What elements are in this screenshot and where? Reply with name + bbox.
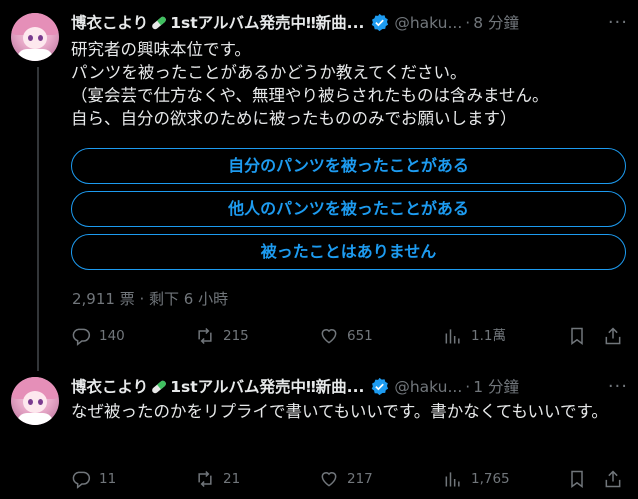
verified-badge-icon [372, 377, 389, 396]
reply-icon [72, 471, 91, 489]
views-button[interactable]: 1.1萬 [443, 324, 506, 348]
avatar[interactable] [11, 377, 59, 425]
post-2[interactable]: 博衣こより 1stアルバム発売中‼新曲... @haku... · 1 分鐘 ··· な… [0, 377, 638, 499]
views-icon [445, 329, 460, 344]
repost-count: 21 [223, 471, 241, 487]
action-bar: 140 215 651 1.1萬 [71, 324, 631, 348]
share-button[interactable] [603, 324, 631, 348]
bookmark-button[interactable] [567, 467, 595, 491]
repost-icon [198, 327, 212, 345]
verified-badge-icon [372, 13, 389, 32]
bookmark-icon [571, 470, 583, 488]
bookmark-button[interactable] [567, 324, 595, 348]
like-count: 217 [347, 471, 373, 487]
pill-emoji-icon [152, 16, 167, 30]
views-icon [445, 472, 460, 487]
reply-button[interactable]: 140 [71, 324, 125, 348]
reply-count: 140 [99, 328, 125, 344]
more-icon[interactable]: ··· [608, 377, 628, 397]
action-bar: 11 21 217 1,765 [71, 467, 631, 491]
share-icon [605, 327, 621, 345]
author-name[interactable]: 博衣こより 1stアルバム発売中‼新曲... [71, 378, 364, 396]
post-1[interactable]: 博衣こより 1stアルバム発売中‼新曲... @haku... · 8 分鐘 ··· 研… [0, 13, 638, 353]
author-handle[interactable]: @haku... [394, 14, 462, 32]
author-handle[interactable]: @haku... [394, 378, 462, 396]
post-text: 研究者の興味本位です。 パンツを被ったことがあるかどうか教えてください。 （宴会… [71, 40, 549, 128]
like-button[interactable]: 217 [319, 467, 373, 491]
author-name[interactable]: 博衣こより 1stアルバム発売中‼新曲... [71, 14, 364, 32]
reply-button[interactable]: 11 [71, 467, 116, 491]
repost-button[interactable]: 215 [195, 324, 249, 348]
share-icon [605, 470, 621, 488]
like-count: 651 [347, 328, 373, 344]
poll-option-1[interactable]: 自分のパンツを被ったことがある [71, 148, 626, 184]
like-icon [321, 329, 337, 344]
repost-icon [198, 470, 212, 488]
like-icon [321, 472, 337, 487]
poll-option-2[interactable]: 他人のパンツを被ったことがある [71, 191, 626, 227]
poll-meta: 2,911 票 · 剩下 6 小時 [72, 290, 229, 308]
post-timestamp[interactable]: 8 分鐘 [473, 14, 519, 32]
views-count: 1.1萬 [471, 328, 506, 344]
share-button[interactable] [603, 467, 631, 491]
post-header: 博衣こより 1stアルバム発売中‼新曲... @haku... · 1 分鐘 [71, 377, 520, 396]
repost-count: 215 [223, 328, 249, 344]
avatar[interactable] [11, 13, 59, 61]
post-header: 博衣こより 1stアルバム発売中‼新曲... @haku... · 8 分鐘 [71, 13, 520, 32]
post-timestamp[interactable]: 1 分鐘 [473, 378, 519, 396]
views-count: 1,765 [471, 471, 510, 487]
pill-emoji-icon [152, 380, 167, 394]
reply-icon [72, 328, 91, 346]
repost-button[interactable]: 21 [195, 467, 240, 491]
like-button[interactable]: 651 [319, 324, 373, 348]
post-text: なぜ被ったのかをリプライで書いてもいいです。書かなくてもいいです。 [71, 402, 608, 421]
views-button[interactable]: 1,765 [443, 467, 510, 491]
more-icon[interactable]: ··· [608, 13, 628, 33]
reply-count: 11 [99, 471, 117, 487]
bookmark-icon [571, 327, 583, 345]
poll-option-3[interactable]: 被ったことはありません [71, 234, 626, 270]
